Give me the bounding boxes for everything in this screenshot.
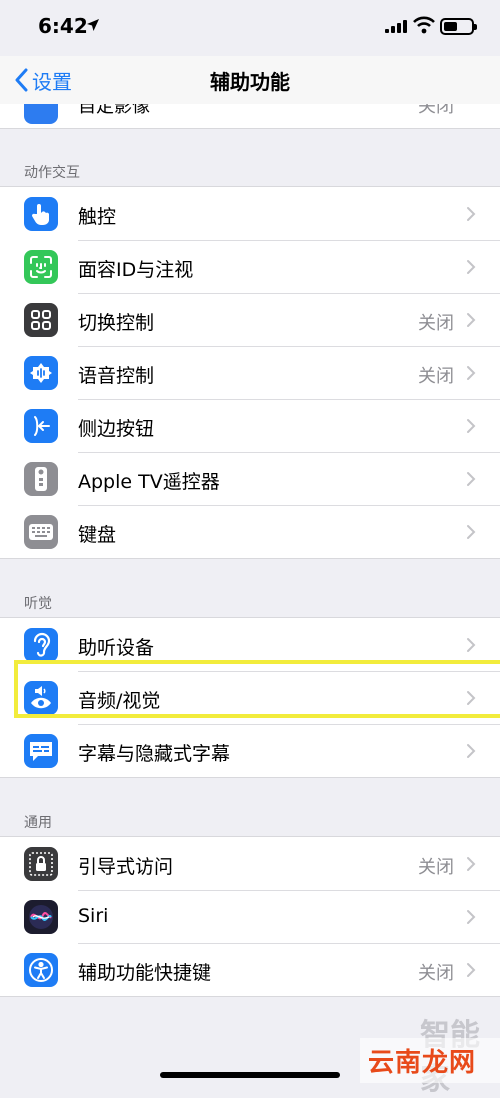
- audio-visual-icon: [24, 681, 58, 715]
- row-audio-visual[interactable]: 音频/视觉: [0, 671, 500, 724]
- subtitles-icon: [24, 734, 58, 768]
- row-accessibility-shortcut[interactable]: 辅助功能快捷键 关闭: [0, 943, 500, 996]
- guided-access-lock-icon: [24, 847, 58, 881]
- row-label: 辅助功能快捷键: [78, 962, 212, 984]
- row-side-button[interactable]: 侧边按钮: [0, 399, 500, 452]
- battery-icon: [440, 18, 477, 35]
- section-header-general: 通用: [24, 815, 52, 831]
- chevron-right-icon: [467, 691, 476, 705]
- row-label: 键盘: [78, 524, 117, 546]
- siri-icon: [24, 900, 58, 934]
- row-apple-tv-remote[interactable]: Apple TV遥控器: [0, 452, 500, 505]
- row-label: 助听设备: [78, 637, 155, 659]
- row-value: 关闭: [418, 857, 454, 878]
- chevron-right-icon: [467, 638, 476, 652]
- row-keyboard[interactable]: 键盘: [0, 505, 500, 558]
- status-bar: 6:42: [0, 0, 500, 56]
- home-indicator[interactable]: [160, 1072, 340, 1078]
- row-label: 面容ID与注视: [78, 259, 194, 281]
- group-general: 引导式访问 关闭 Siri 辅助功能快捷键 关闭: [0, 836, 500, 997]
- group-hearing: 助听设备 音频/视觉 字幕与隐藏式字幕: [0, 617, 500, 778]
- list-item-partial[interactable]: 自定影像 关闭: [0, 104, 500, 129]
- row-label: Apple TV遥控器: [78, 471, 220, 493]
- voice-control-icon: [24, 356, 58, 390]
- chevron-right-icon: [467, 857, 476, 871]
- section-header-interaction: 动作交互: [24, 165, 80, 181]
- watermark-logo: 云南龙网: [360, 1038, 500, 1083]
- row-value: 关闭: [418, 366, 454, 387]
- list-item-value: 关闭: [418, 104, 454, 117]
- chevron-right-icon: [467, 366, 476, 380]
- watermark-text: 云南龙网: [368, 1048, 477, 1078]
- row-label: Siri: [78, 905, 109, 927]
- location-arrow-icon: [87, 19, 99, 31]
- row-hearing-devices[interactable]: 助听设备: [0, 618, 500, 671]
- group-interaction: 触控 面容ID与注视 切换控制 关闭 语音控制 关闭 侧边按钮 Apple TV…: [0, 186, 500, 559]
- row-switch-control[interactable]: 切换控制 关闭: [0, 293, 500, 346]
- ear-icon: [24, 628, 58, 662]
- row-label: 引导式访问: [78, 856, 174, 878]
- face-id-icon: [24, 250, 58, 284]
- chevron-right-icon: [467, 472, 476, 486]
- accessibility-icon: [24, 953, 58, 987]
- row-value: 关闭: [418, 313, 454, 334]
- chevron-right-icon: [467, 207, 476, 221]
- keyboard-icon: [24, 515, 58, 549]
- row-label: 切换控制: [78, 312, 155, 334]
- row-label: 音频/视觉: [78, 690, 161, 712]
- row-label: 触控: [78, 206, 117, 228]
- chevron-right-icon: [467, 910, 476, 924]
- page-title: 辅助功能: [210, 70, 290, 94]
- row-label: 侧边按钮: [78, 418, 155, 440]
- row-voice-control[interactable]: 语音控制 关闭: [0, 346, 500, 399]
- wifi-icon: [413, 16, 435, 34]
- touch-hand-icon: [24, 197, 58, 231]
- row-touch[interactable]: 触控: [0, 187, 500, 240]
- row-value: 关闭: [418, 963, 454, 984]
- row-face-id[interactable]: 面容ID与注视: [0, 240, 500, 293]
- tv-remote-icon: [24, 462, 58, 496]
- row-subtitles[interactable]: 字幕与隐藏式字幕: [0, 724, 500, 777]
- row-siri[interactable]: Siri: [0, 890, 500, 943]
- row-label: 语音控制: [78, 365, 155, 387]
- row-guided-access[interactable]: 引导式访问 关闭: [0, 837, 500, 890]
- chevron-right-icon: [467, 963, 476, 977]
- side-button-icon: [24, 409, 58, 443]
- chevron-right-icon: [467, 525, 476, 539]
- chevron-right-icon: [467, 419, 476, 433]
- list-item-label: 自定影像: [78, 104, 150, 117]
- section-header-hearing: 听觉: [24, 596, 52, 612]
- switch-control-grid-icon: [24, 303, 58, 337]
- cellular-signal-icon: [385, 20, 407, 33]
- custom-image-icon: [24, 104, 58, 124]
- status-time: 6:42: [38, 14, 88, 38]
- row-label: 字幕与隐藏式字幕: [78, 743, 231, 765]
- chevron-right-icon: [467, 313, 476, 327]
- navigation-bar: 设置 辅助功能: [0, 56, 500, 104]
- chevron-right-icon: [467, 744, 476, 758]
- chevron-right-icon: [467, 260, 476, 274]
